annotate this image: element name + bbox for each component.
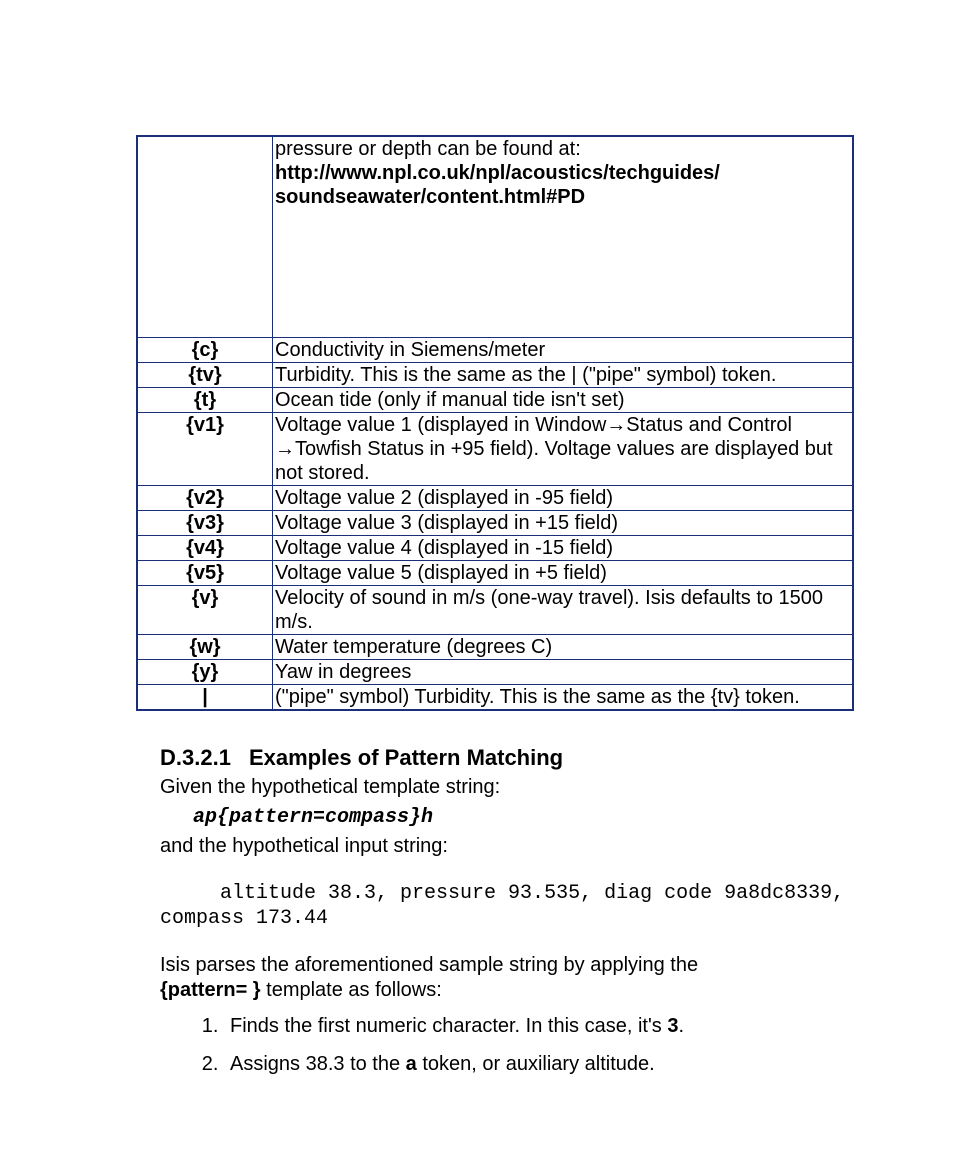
heading-title: Examples of Pattern Matching (249, 745, 563, 770)
table-row: {v2} Voltage value 2 (displayed in -95 f… (137, 486, 853, 511)
token-cell: {v4} (137, 536, 273, 561)
token-table: pressure or depth can be found at: http:… (136, 135, 854, 711)
token-cell: {v} (137, 586, 273, 635)
table-row: {tv} Turbidity. This is the same as the … (137, 363, 853, 388)
desc-cell: Ocean tide (only if manual tide isn't se… (273, 388, 854, 413)
table-row: {y} Yaw in degrees (137, 660, 853, 685)
token-cell: {v1} (137, 413, 273, 486)
desc-cell: Water temperature (degrees C) (273, 635, 854, 660)
token-cell: {t} (137, 388, 273, 413)
desc-cell: Voltage value 3 (displayed in +15 field) (273, 511, 854, 536)
list-item: Finds the first numeric character. In th… (224, 1013, 836, 1039)
code-block: altitude 38.3, pressure 93.535, diag cod… (160, 881, 836, 931)
table-row: pressure or depth can be found at: http:… (137, 136, 853, 338)
desc-cell: Voltage value 5 (displayed in +5 field) (273, 561, 854, 586)
desc-pre: pressure or depth can be found at: (275, 138, 581, 160)
table-row: {v4} Voltage value 4 (displayed in -15 f… (137, 536, 853, 561)
table-row: {v5} Voltage value 5 (displayed in +5 fi… (137, 561, 853, 586)
desc-cell: pressure or depth can be found at: http:… (273, 136, 854, 338)
token-cell: {tv} (137, 363, 273, 388)
table-row: {v} Velocity of sound in m/s (one-way tr… (137, 586, 853, 635)
paragraph: Isis parses the aforementioned sample st… (160, 953, 836, 1003)
list-item: Assigns 38.3 to the a token, or auxiliar… (224, 1051, 836, 1077)
heading-number: D.3.2.1 (160, 745, 231, 770)
paragraph: Given the hypothetical template string: (160, 775, 836, 800)
desc-cell: Velocity of sound in m/s (one-way travel… (273, 586, 854, 635)
table-row: {c} Conductivity in Siemens/meter (137, 338, 853, 363)
document-page: pressure or depth can be found at: http:… (0, 135, 954, 1157)
token-cell: {v2} (137, 486, 273, 511)
template-string: ap{pattern=compass}h (193, 804, 836, 830)
paragraph: and the hypothetical input string: (160, 834, 836, 859)
table-row: {v3} Voltage value 3 (displayed in +15 f… (137, 511, 853, 536)
section-heading: D.3.2.1 Examples of Pattern Matching (160, 745, 836, 771)
desc-cell: Voltage value 1 (displayed in Window→Sta… (273, 413, 854, 486)
steps-list: Finds the first numeric character. In th… (196, 1013, 836, 1077)
desc-url: http://www.npl.co.uk/npl/acoustics/techg… (275, 162, 720, 208)
desc-cell: Yaw in degrees (273, 660, 854, 685)
token-cell: {v3} (137, 511, 273, 536)
desc-cell: Voltage value 4 (displayed in -15 field) (273, 536, 854, 561)
token-cell (137, 136, 273, 338)
token-cell: {c} (137, 338, 273, 363)
token-cell: {y} (137, 660, 273, 685)
desc-cell: Conductivity in Siemens/meter (273, 338, 854, 363)
table-row: {v1} Voltage value 1 (displayed in Windo… (137, 413, 853, 486)
table-row: {t} Ocean tide (only if manual tide isn'… (137, 388, 853, 413)
table-row: | ("pipe" symbol) Turbidity. This is the… (137, 685, 853, 711)
table-row: {w} Water temperature (degrees C) (137, 635, 853, 660)
desc-cell: Voltage value 2 (displayed in -95 field) (273, 486, 854, 511)
token-cell: | (137, 685, 273, 711)
token-cell: {v5} (137, 561, 273, 586)
desc-cell: Turbidity. This is the same as the | ("p… (273, 363, 854, 388)
desc-cell: ("pipe" symbol) Turbidity. This is the s… (273, 685, 854, 711)
token-cell: {w} (137, 635, 273, 660)
